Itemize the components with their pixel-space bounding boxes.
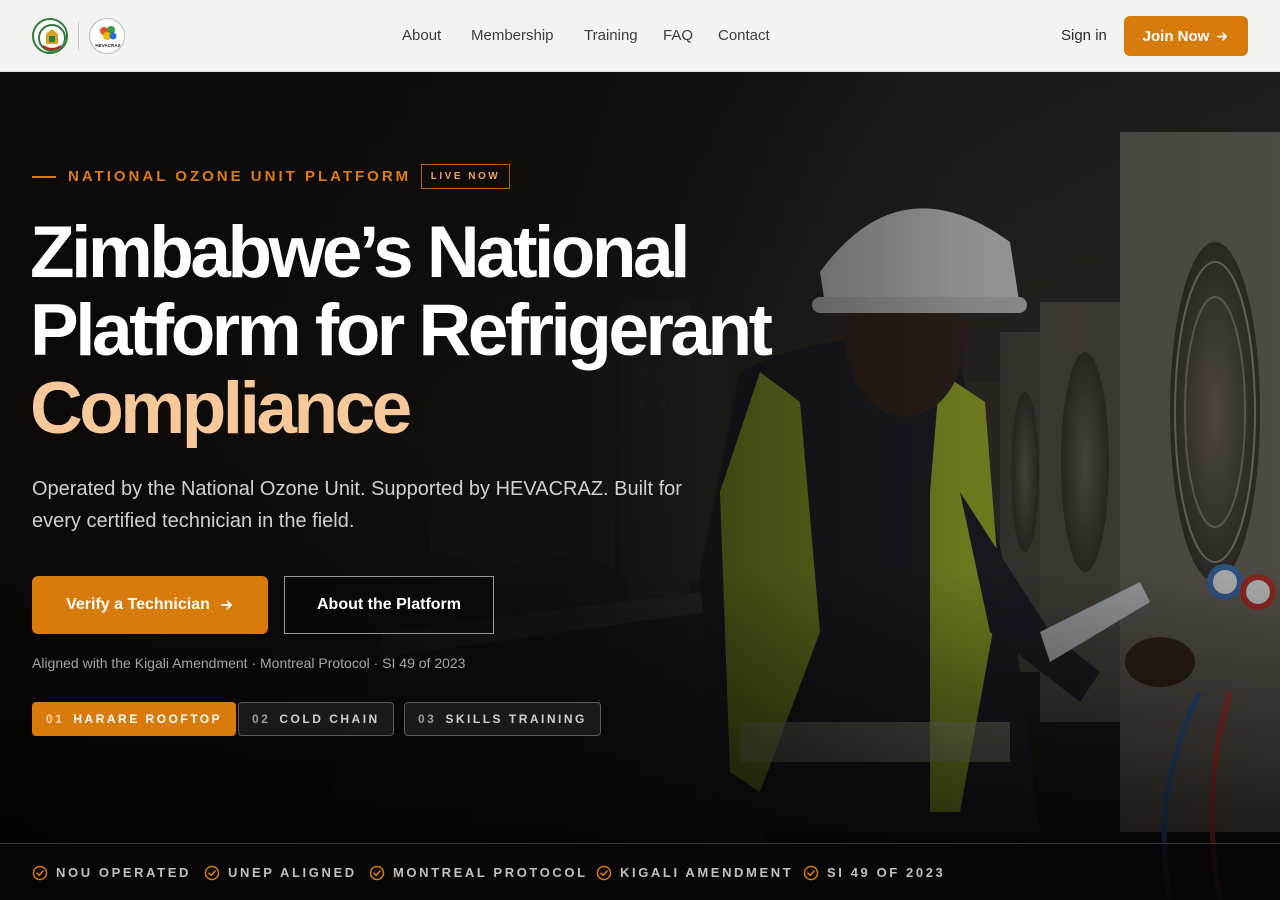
verify-technician-button[interactable]: Verify a Technician bbox=[32, 576, 268, 634]
compliance-note: Aligned with the Kigali Amendment · Mont… bbox=[32, 655, 466, 671]
hero-title-line3: Compliance bbox=[30, 368, 412, 449]
about-platform-label: About the Platform bbox=[317, 596, 461, 613]
hevacraz-logo-text: HEVACRAZ bbox=[95, 43, 120, 48]
chip-skills-training[interactable]: 03 SKILLS TRAINING bbox=[404, 702, 601, 736]
chip-label: SKILLS TRAINING bbox=[445, 712, 587, 726]
coat-of-arms-logo[interactable] bbox=[32, 18, 68, 54]
trust-item-nou: NOU OPERATED bbox=[32, 844, 191, 900]
hero-subtitle: Operated by the National Ozone Unit. Sup… bbox=[32, 478, 682, 532]
trust-label: MONTREAL PROTOCOL bbox=[393, 865, 588, 880]
hero-section: NATIONAL OZONE UNIT PLATFORM LIVE NOW Zi… bbox=[0, 72, 1280, 900]
hero-title-line1: Zimbabwe’s National bbox=[30, 212, 690, 293]
trust-strip: NOU OPERATED UNEP ALIGNED MONTREAL PROTO… bbox=[0, 843, 1280, 900]
chip-label: HARARE ROOFTOP bbox=[73, 712, 223, 726]
hevacraz-logo[interactable]: HEVACRAZ bbox=[89, 18, 125, 54]
join-now-label: Join Now bbox=[1142, 27, 1210, 45]
chip-cold-chain[interactable]: 02 COLD CHAIN bbox=[238, 702, 394, 736]
join-now-button[interactable]: Join Now bbox=[1124, 16, 1248, 56]
trust-item-kigali: KIGALI AMENDMENT bbox=[596, 844, 793, 900]
trust-label: KIGALI AMENDMENT bbox=[620, 865, 794, 880]
hero-title-line2: Platform for Refrigerant bbox=[30, 290, 773, 371]
check-circle-icon bbox=[32, 865, 48, 880]
site-header: HEVACRAZ About Membership Training FAQ C… bbox=[0, 0, 1280, 72]
check-circle-icon bbox=[803, 865, 819, 880]
nav-membership[interactable]: Membership bbox=[471, 0, 554, 72]
chip-harare-rooftop[interactable]: 01 HARARE ROOFTOP bbox=[32, 702, 237, 736]
trust-item-montreal: MONTREAL PROTOCOL bbox=[369, 844, 588, 900]
verify-technician-label: Verify a Technician bbox=[66, 596, 210, 613]
chip-label: COLD CHAIN bbox=[279, 712, 380, 726]
chip-number: 02 bbox=[252, 712, 271, 726]
nav-contact[interactable]: Contact bbox=[718, 0, 770, 72]
chip-number: 03 bbox=[418, 712, 437, 726]
trust-label: UNEP ALIGNED bbox=[228, 865, 357, 880]
arrow-right-icon bbox=[220, 600, 232, 610]
nav-faq[interactable]: FAQ bbox=[663, 0, 693, 72]
nav-about[interactable]: About bbox=[402, 0, 441, 72]
trust-label: SI 49 OF 2023 bbox=[827, 865, 946, 880]
live-now-badge: LIVE NOW bbox=[421, 164, 510, 189]
trust-item-si49: SI 49 OF 2023 bbox=[803, 844, 945, 900]
check-circle-icon bbox=[596, 865, 612, 880]
check-circle-icon bbox=[204, 865, 220, 880]
trust-item-unep: UNEP ALIGNED bbox=[204, 844, 357, 900]
chip-number: 01 bbox=[46, 712, 65, 726]
arrow-right-icon bbox=[1217, 31, 1228, 41]
eyebrow-text: NATIONAL OZONE UNIT PLATFORM bbox=[68, 168, 412, 185]
about-platform-button[interactable]: About the Platform bbox=[284, 576, 494, 634]
check-circle-icon bbox=[369, 865, 385, 880]
nav-training[interactable]: Training bbox=[584, 0, 638, 72]
logo-divider bbox=[78, 22, 79, 50]
trust-label: NOU OPERATED bbox=[56, 865, 191, 880]
sign-in-link[interactable]: Sign in bbox=[1061, 0, 1107, 72]
eyebrow-line bbox=[32, 176, 56, 178]
